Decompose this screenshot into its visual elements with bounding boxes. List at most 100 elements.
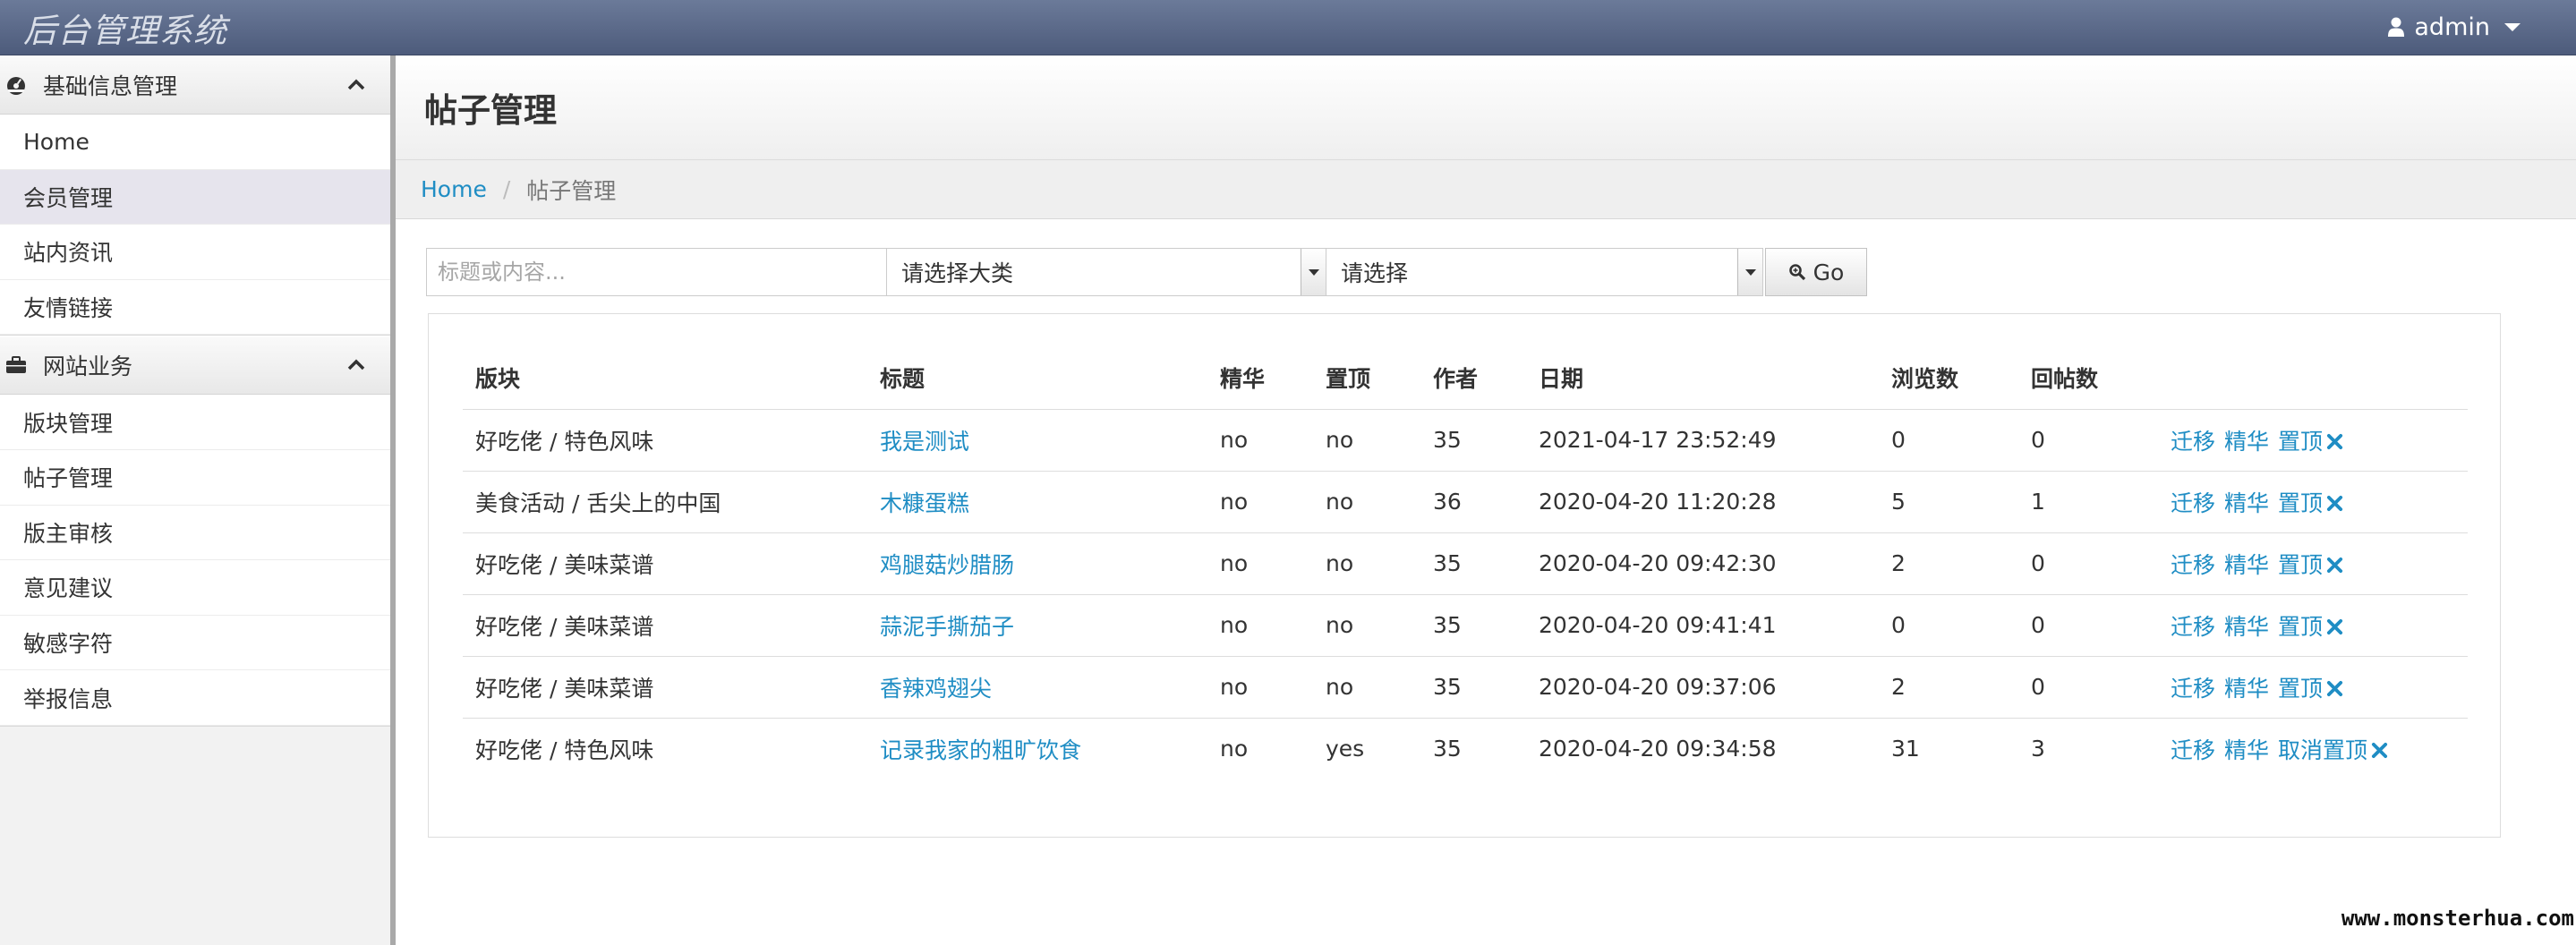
elite-link[interactable]: 精华: [2224, 429, 2269, 455]
cell-section: 好吃佬 / 特色风味: [463, 409, 867, 472]
elite-link[interactable]: 精华: [2224, 737, 2269, 763]
pin-link[interactable]: 置顶: [2278, 552, 2323, 578]
cell-date: 2021-04-17 23:52:49: [1526, 409, 1879, 472]
delete-icon[interactable]: [2326, 618, 2343, 635]
post-title-link[interactable]: 鸡腿菇炒腊肠: [880, 552, 1014, 578]
cell-actions: 迁移 精华 置顶: [2158, 594, 2468, 657]
delete-icon[interactable]: [2371, 742, 2388, 759]
posts-table-panel: 版块 标题 精华 置顶 作者 日期 浏览数 回帖数 好吃佬 / 特色风味 我是测…: [428, 313, 2501, 838]
move-link[interactable]: 迁移: [2171, 429, 2215, 455]
move-link[interactable]: 迁移: [2171, 676, 2215, 702]
post-title-link[interactable]: 蒜泥手撕茄子: [880, 614, 1014, 640]
sidebar-group-basic-info-items: Home 会员管理 站内资讯 友情链接: [0, 115, 390, 336]
move-link[interactable]: 迁移: [2171, 490, 2215, 516]
move-link[interactable]: 迁移: [2171, 614, 2215, 640]
cell-views: 2: [1879, 532, 2018, 595]
post-title-link[interactable]: 木糠蛋糕: [880, 490, 969, 516]
category-dropdown-arrow-icon[interactable]: [1301, 249, 1326, 295]
cell-author: 35: [1420, 532, 1526, 595]
post-title-link[interactable]: 我是测试: [880, 429, 969, 455]
cell-date: 2020-04-20 09:41:41: [1526, 594, 1879, 657]
post-title-link[interactable]: 香辣鸡翅尖: [880, 676, 992, 702]
table-row: 好吃佬 / 美味菜谱 蒜泥手撕茄子 no no 35 2020-04-20 09…: [463, 594, 2468, 657]
header-top: 置顶: [1313, 346, 1420, 410]
breadcrumb: Home / 帖子管理: [396, 160, 2576, 219]
cell-author: 35: [1420, 409, 1526, 472]
cell-actions: 迁移 精华 置顶: [2158, 471, 2468, 533]
move-link[interactable]: 迁移: [2171, 552, 2215, 578]
elite-link[interactable]: 精华: [2224, 552, 2269, 578]
search-input[interactable]: [426, 248, 886, 296]
sidebar-item-feedback[interactable]: 意见建议: [0, 560, 390, 616]
user-icon: [2388, 17, 2405, 37]
table-row: 好吃佬 / 美味菜谱 鸡腿菇炒腊肠 no no 35 2020-04-20 09…: [463, 532, 2468, 595]
sidebar-item-sections[interactable]: 版块管理: [0, 395, 390, 450]
cell-elite: no: [1207, 594, 1313, 657]
table-row: 美食活动 / 舌尖上的中国 木糠蛋糕 no no 36 2020-04-20 1…: [463, 471, 2468, 533]
sidebar-item-home[interactable]: Home: [0, 115, 390, 170]
cell-actions: 迁移 精华 置顶: [2158, 409, 2468, 472]
user-menu[interactable]: admin: [2387, 9, 2521, 45]
sidebar-item-members[interactable]: 会员管理: [0, 169, 390, 226]
sidebar-item-moderator-review[interactable]: 版主审核: [0, 506, 390, 561]
delete-icon[interactable]: [2326, 433, 2343, 450]
user-name: admin: [2414, 13, 2490, 41]
elite-link[interactable]: 精华: [2224, 490, 2269, 516]
pin-link[interactable]: 置顶: [2278, 614, 2323, 640]
cell-elite: no: [1207, 471, 1313, 533]
cell-replies: 0: [2018, 532, 2158, 595]
pin-link[interactable]: 置顶: [2278, 676, 2323, 702]
cell-actions: 迁移 精华 取消置顶: [2158, 718, 2468, 779]
sidebar-item-posts[interactable]: 帖子管理: [0, 450, 390, 506]
sidebar-item-sensitive-words[interactable]: 敏感字符: [0, 616, 390, 671]
cell-views: 0: [1879, 409, 2018, 472]
category-select-value: 请选择大类: [901, 260, 1014, 286]
dashboard-icon: [7, 77, 25, 95]
sidebar: 基础信息管理 Home 会员管理 站内资讯 友情链接 网站业务 版块管理 帖子管…: [0, 55, 390, 945]
header-views: 浏览数: [1879, 346, 2018, 410]
table-row: 好吃佬 / 特色风味 记录我家的粗旷饮食 no yes 35 2020-04-2…: [463, 718, 2468, 779]
zoom-in-icon: [1788, 264, 1805, 281]
cell-replies: 0: [2018, 656, 2158, 719]
brand-title[interactable]: 后台管理系统: [23, 4, 227, 52]
cell-section: 美食活动 / 舌尖上的中国: [463, 471, 867, 533]
cell-date: 2020-04-20 11:20:28: [1526, 471, 1879, 533]
go-button[interactable]: Go: [1765, 248, 1867, 296]
cell-author: 35: [1433, 736, 1462, 762]
cell-top: no: [1313, 471, 1420, 533]
sidebar-group-basic-info[interactable]: 基础信息管理: [0, 55, 390, 115]
sidebar-item-links[interactable]: 友情链接: [0, 280, 390, 336]
cell-replies: 0: [2018, 409, 2158, 472]
cell-top: no: [1313, 594, 1420, 657]
subcategory-select[interactable]: 请选择: [1326, 248, 1763, 296]
delete-icon[interactable]: [2326, 495, 2343, 512]
sidebar-item-reports[interactable]: 举报信息: [0, 670, 390, 726]
post-title-link[interactable]: 记录我家的粗旷饮食: [880, 737, 1081, 763]
elite-link[interactable]: 精华: [2224, 614, 2269, 640]
sidebar-item-news[interactable]: 站内资讯: [0, 225, 390, 280]
breadcrumb-home-link[interactable]: Home: [421, 176, 487, 202]
cell-top: yes: [1326, 736, 1365, 762]
cell-section: 好吃佬 / 美味菜谱: [463, 532, 867, 595]
header-replies: 回帖数: [2018, 346, 2158, 410]
pin-link[interactable]: 置顶: [2278, 490, 2323, 516]
chevron-up-icon[interactable]: [347, 356, 365, 374]
unpin-link[interactable]: 取消置顶: [2278, 737, 2367, 763]
delete-icon[interactable]: [2326, 557, 2343, 574]
go-button-label: Go: [1813, 259, 1845, 285]
elite-link[interactable]: 精华: [2224, 676, 2269, 702]
table-row: 好吃佬 / 美味菜谱 香辣鸡翅尖 no no 35 2020-04-20 09:…: [463, 656, 2468, 719]
sidebar-group-site-business[interactable]: 网站业务: [0, 336, 390, 396]
pin-link[interactable]: 置顶: [2278, 429, 2323, 455]
cell-actions: 迁移 精华 置顶: [2158, 656, 2468, 719]
move-link[interactable]: 迁移: [2171, 737, 2215, 763]
cell-views: 31: [1891, 736, 1920, 762]
subcategory-dropdown-arrow-icon[interactable]: [1737, 249, 1762, 295]
cell-elite: no: [1220, 736, 1249, 762]
delete-icon[interactable]: [2326, 680, 2343, 697]
chevron-up-icon[interactable]: [347, 76, 365, 94]
category-select[interactable]: 请选择大类: [886, 248, 1326, 296]
cell-elite: no: [1207, 656, 1313, 719]
header-author: 作者: [1420, 346, 1526, 410]
cell-views: 5: [1879, 471, 2018, 533]
